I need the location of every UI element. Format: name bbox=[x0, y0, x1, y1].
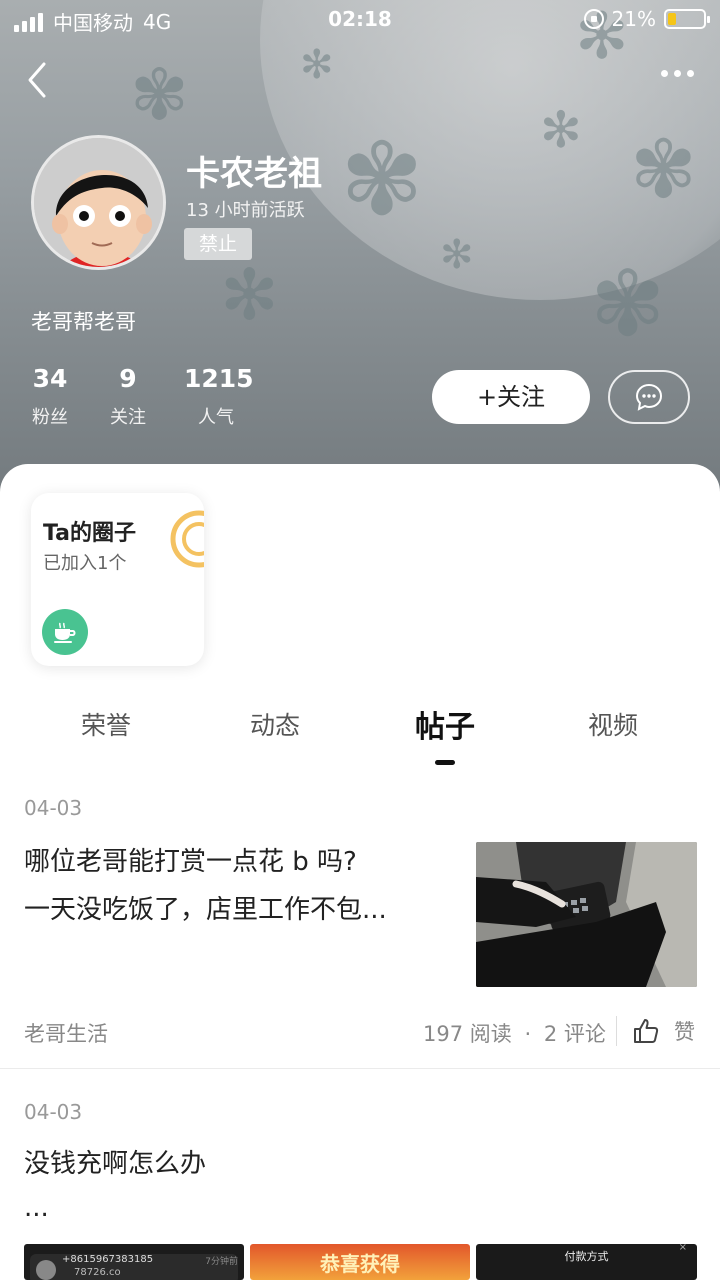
post-image-text: 恭喜获得 bbox=[320, 1252, 400, 1276]
battery-percent: 21% bbox=[611, 7, 656, 31]
post-title[interactable]: 没钱充啊怎么办 ... bbox=[24, 1140, 206, 1228]
status-badge: 禁止 bbox=[184, 228, 252, 260]
flower-decoration: ✻ bbox=[440, 232, 474, 278]
post-image-text: 付款方式 bbox=[564, 1250, 609, 1263]
post-image[interactable]: +8615967383185 78726.co 7分钟前 bbox=[24, 1244, 244, 1280]
more-dots-icon bbox=[661, 70, 668, 77]
divider bbox=[616, 1016, 617, 1046]
content-tabs: 荣誉 动态 帖子 视频 bbox=[0, 706, 720, 766]
circle-card[interactable]: Ta的圈子 已加入1个 bbox=[31, 493, 204, 666]
circle-card-title: Ta的圈子 bbox=[43, 521, 137, 546]
stat-value: 9 bbox=[119, 364, 137, 393]
post-title-line: 哪位老哥能打赏一点花 b 吗? bbox=[24, 847, 357, 877]
post-thumbnail[interactable] bbox=[476, 842, 697, 987]
post-title-line: 一天没吃饭了，店里工作不包... bbox=[24, 895, 387, 925]
message-button[interactable] bbox=[608, 370, 690, 424]
post-image-text: +8615967383185 bbox=[62, 1254, 154, 1265]
thumbs-up-icon bbox=[634, 1019, 659, 1043]
post-date: 04-03 bbox=[24, 1100, 83, 1124]
avatar[interactable] bbox=[31, 135, 166, 270]
battery-icon bbox=[664, 9, 710, 29]
post-title-line: 没钱充啊怎么办 bbox=[24, 1149, 207, 1179]
post-image[interactable]: 恭喜获得 bbox=[250, 1244, 470, 1280]
stat-popularity[interactable]: 1215 人气 bbox=[184, 364, 254, 429]
stat-label: 关注 bbox=[110, 407, 146, 428]
meta-separator: · bbox=[524, 1022, 532, 1046]
post-image-text: 7分钟前 bbox=[205, 1257, 238, 1267]
flower-decoration: ✻ bbox=[220, 254, 279, 336]
flower-decoration: ✾ bbox=[590, 252, 666, 357]
stat-fans[interactable]: 34 粉丝 bbox=[28, 364, 72, 429]
stat-value: 34 bbox=[32, 364, 68, 393]
post-title[interactable]: 哪位老哥能打赏一点花 b 吗? 一天没吃饭了，店里工作不包... bbox=[24, 838, 387, 934]
contact-avatar-icon bbox=[36, 1260, 56, 1280]
post-image-text: 78726.co bbox=[74, 1267, 121, 1278]
tab-activity[interactable]: 动态 bbox=[215, 706, 335, 742]
circle-ring-icon bbox=[170, 510, 204, 568]
post-date: 04-03 bbox=[24, 796, 83, 820]
tab-posts[interactable]: 帖子 bbox=[385, 702, 505, 746]
post-read-count: 197 阅读 bbox=[423, 1022, 512, 1046]
circle-card-subtitle: 已加入1个 bbox=[43, 553, 127, 574]
coffee-cup-icon bbox=[42, 609, 88, 655]
cartoon-face-avatar-icon bbox=[34, 138, 163, 267]
flower-decoration: ✾ bbox=[130, 54, 189, 136]
stat-following[interactable]: 9 关注 bbox=[106, 364, 150, 429]
flower-decoration: ✻ bbox=[300, 42, 334, 88]
orientation-lock-icon bbox=[583, 9, 604, 29]
tab-videos[interactable]: 视频 bbox=[553, 706, 673, 742]
like-label: 赞 bbox=[674, 1020, 695, 1044]
back-button[interactable] bbox=[22, 60, 62, 100]
post-image[interactable]: 付款方式 × bbox=[476, 1244, 697, 1280]
post-stats: 197 阅读 · 2 评论 bbox=[423, 1018, 606, 1048]
stat-value: 1215 bbox=[184, 364, 254, 393]
tab-honors[interactable]: 荣誉 bbox=[46, 706, 166, 742]
chevron-left-icon bbox=[28, 62, 46, 98]
profile-bio: 老哥帮老哥 bbox=[31, 310, 136, 334]
more-options-button[interactable] bbox=[661, 70, 694, 77]
stat-label: 粉丝 bbox=[32, 407, 68, 428]
post-title-line: ... bbox=[24, 1193, 49, 1223]
post-divider bbox=[0, 1068, 720, 1069]
flower-decoration: ✾ bbox=[340, 121, 424, 238]
username: 卡农老祖 bbox=[186, 154, 322, 194]
like-button[interactable]: 赞 bbox=[632, 1016, 695, 1046]
flower-decoration: ✻ bbox=[540, 101, 582, 159]
post-category[interactable]: 老哥生活 bbox=[24, 1018, 108, 1048]
massage-chair-photo-icon bbox=[476, 842, 697, 987]
stat-label: 人气 bbox=[198, 407, 234, 428]
chat-bubble-icon bbox=[635, 383, 663, 411]
flower-decoration: ✾ bbox=[630, 123, 698, 216]
status-bar: 中国移动 4G 02:18 21% bbox=[0, 0, 720, 40]
active-tab-indicator bbox=[435, 760, 455, 765]
post-comment-count: 2 评论 bbox=[543, 1022, 606, 1046]
close-icon: × bbox=[678, 1244, 687, 1253]
follow-button[interactable]: +关注 bbox=[432, 370, 590, 424]
last-active-text: 13 小时前活跃 bbox=[186, 200, 305, 221]
